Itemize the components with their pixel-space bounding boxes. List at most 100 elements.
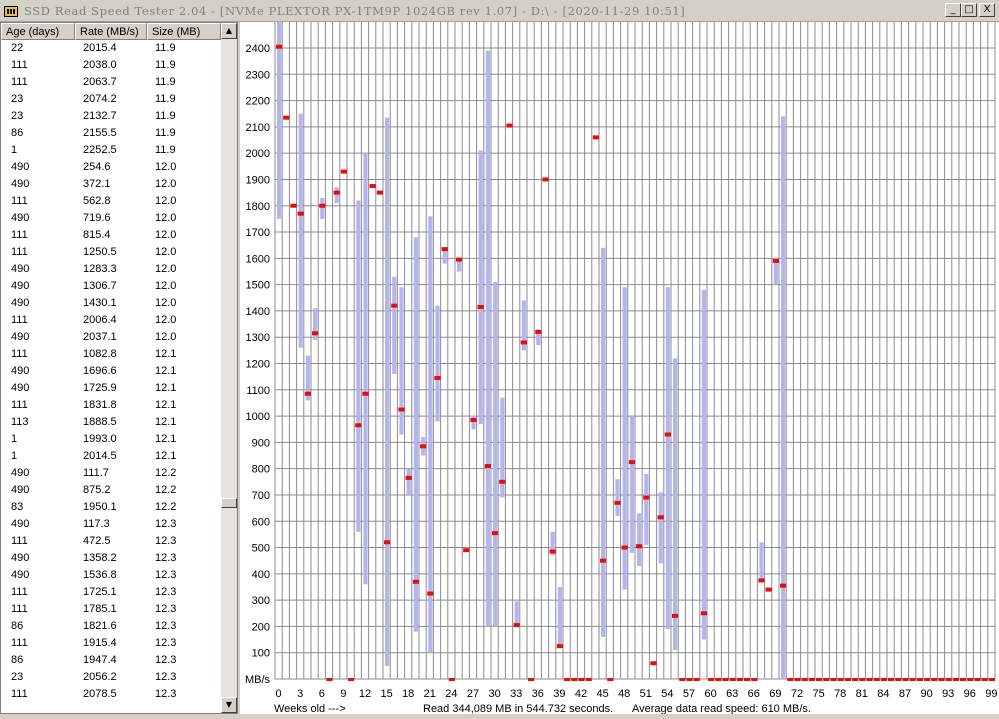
- y-tick-label: 1100: [246, 385, 270, 397]
- rate-cell: 1821.6: [83, 620, 117, 632]
- age-cell: 111: [11, 76, 28, 88]
- list-item[interactable]: 490 111.7 12.2: [1, 465, 221, 482]
- column-header-age[interactable]: Age (days): [1, 23, 75, 40]
- list-item[interactable]: 1 2014.5 12.1: [1, 448, 221, 465]
- column-header-rate[interactable]: Rate (MB/s): [75, 23, 147, 40]
- list-item[interactable]: 23 2074.2 11.9: [1, 91, 221, 108]
- scroll-up-icon[interactable]: ▲: [221, 23, 237, 39]
- list-item[interactable]: 490 1283.3 12.0: [1, 261, 221, 278]
- range-bar: [385, 117, 390, 666]
- average-marker: [672, 613, 679, 618]
- y-tick-label: 1300: [246, 332, 270, 344]
- list-item[interactable]: 111 1831.8 12.1: [1, 397, 221, 414]
- y-tick-label: 2000: [246, 148, 270, 160]
- column-header-size[interactable]: Size (MB): [147, 23, 221, 40]
- list-item[interactable]: 490 1358.2 12.3: [1, 550, 221, 567]
- average-marker: [873, 678, 880, 681]
- list-item[interactable]: 111 2078.5 12.3: [1, 686, 221, 703]
- list-item[interactable]: 86 2155.5 11.9: [1, 125, 221, 142]
- size-cell: 11.9: [155, 59, 176, 71]
- list-item[interactable]: 490 719.6 12.0: [1, 210, 221, 227]
- list-item[interactable]: 83 1950.1 12.2: [1, 499, 221, 516]
- list-item[interactable]: 490 1725.9 12.1: [1, 380, 221, 397]
- list-item[interactable]: 111 562.8 12.0: [1, 193, 221, 210]
- list-item[interactable]: 86 1947.4 12.3: [1, 652, 221, 669]
- speed-chart: 100 200 300 400 500 600 700 800 900 1000 1100 1200 1…: [240, 22, 999, 714]
- x-tick-label: 75: [812, 688, 824, 700]
- list-item[interactable]: 490 254.6 12.0: [1, 159, 221, 176]
- maximize-button[interactable]: □: [961, 3, 977, 17]
- list-item[interactable]: 490 117.3 12.3: [1, 516, 221, 533]
- list-item[interactable]: 23 2132.7 11.9: [1, 108, 221, 125]
- age-cell: 86: [11, 127, 24, 139]
- average-marker: [513, 623, 520, 628]
- list-item[interactable]: 111 2038.0 11.9: [1, 57, 221, 74]
- x-tick-label: 60: [704, 688, 716, 700]
- size-cell: 12.3: [155, 654, 177, 666]
- y-tick-label: 2400: [246, 43, 270, 55]
- scroll-thumb[interactable]: [221, 498, 237, 508]
- average-marker: [960, 678, 967, 681]
- size-cell: 12.3: [155, 603, 177, 615]
- size-cell: 12.1: [155, 433, 177, 445]
- average-marker: [729, 678, 736, 681]
- x-tick-label: 27: [467, 688, 479, 700]
- rate-cell: 815.4: [83, 229, 111, 241]
- list-item[interactable]: 111 2006.4 12.0: [1, 312, 221, 329]
- vertical-scrollbar[interactable]: ▲ ▼: [221, 23, 237, 713]
- size-cell: 11.9: [155, 144, 176, 156]
- list-item[interactable]: 111 1082.8 12.1: [1, 346, 221, 363]
- minimize-button[interactable]: _: [945, 3, 961, 17]
- list-item[interactable]: 490 875.2 12.2: [1, 482, 221, 499]
- size-cell: 12.3: [155, 620, 177, 632]
- list-item[interactable]: 490 372.1 12.0: [1, 176, 221, 193]
- x-tick-label: 39: [553, 688, 565, 700]
- list-item[interactable]: 111 2063.7 11.9: [1, 74, 221, 91]
- list-item[interactable]: 490 1536.8 12.3: [1, 567, 221, 584]
- list-item[interactable]: 23 2056.2 12.3: [1, 669, 221, 686]
- average-marker: [744, 678, 751, 681]
- average-marker: [981, 678, 988, 681]
- x-tick-label: 33: [510, 688, 522, 700]
- list-item[interactable]: 490 1430.1 12.0: [1, 295, 221, 312]
- average-marker: [708, 678, 715, 681]
- average-marker: [931, 678, 938, 681]
- average-marker: [578, 678, 585, 681]
- x-tick-label: 69: [769, 688, 781, 700]
- average-marker: [506, 123, 513, 128]
- list-item[interactable]: 111 472.5 12.3: [1, 533, 221, 550]
- average-marker: [492, 531, 499, 536]
- list-item[interactable]: 1 2252.5 11.9: [1, 142, 221, 159]
- average-marker: [880, 678, 887, 681]
- rate-cell: 719.6: [83, 212, 111, 224]
- rate-cell: 1696.6: [83, 365, 117, 377]
- list-item[interactable]: 86 1821.6 12.3: [1, 618, 221, 635]
- average-marker: [362, 391, 369, 396]
- list-item[interactable]: 111 1785.1 12.3: [1, 601, 221, 618]
- x-tick-label: 15: [380, 688, 392, 700]
- average-marker: [391, 303, 398, 308]
- close-button[interactable]: X: [979, 3, 995, 17]
- list-item[interactable]: 490 1306.7 12.0: [1, 278, 221, 295]
- average-marker: [427, 591, 434, 596]
- list-item[interactable]: 111 815.4 12.0: [1, 227, 221, 244]
- title-bar[interactable]: SSD Read Speed Tester 2.04 - [NVMe PLEXT…: [0, 0, 999, 22]
- scroll-down-icon[interactable]: ▼: [221, 697, 237, 713]
- list-item[interactable]: 111 1250.5 12.0: [1, 244, 221, 261]
- list-item[interactable]: 113 1888.5 12.1: [1, 414, 221, 431]
- list-item[interactable]: 111 1915.4 12.3: [1, 635, 221, 652]
- list-item[interactable]: 1 1993.0 12.1: [1, 431, 221, 448]
- results-list-panel[interactable]: Age (days) Rate (MB/s) Size (MB) 22 2015.…: [0, 22, 238, 714]
- age-cell: 111: [11, 348, 28, 360]
- range-bar: [277, 22, 282, 219]
- x-tick-label: 81: [856, 688, 868, 700]
- average-marker: [636, 544, 643, 549]
- average-marker: [844, 678, 851, 681]
- age-cell: 1: [11, 450, 18, 462]
- x-tick-label: 96: [964, 688, 976, 700]
- rate-cell: 1950.1: [83, 501, 117, 513]
- list-item[interactable]: 490 1696.6 12.1: [1, 363, 221, 380]
- list-item[interactable]: 490 2037.1 12.0: [1, 329, 221, 346]
- list-item[interactable]: 22 2015.4 11.9: [1, 40, 221, 57]
- list-item[interactable]: 111 1725.1 12.3: [1, 584, 221, 601]
